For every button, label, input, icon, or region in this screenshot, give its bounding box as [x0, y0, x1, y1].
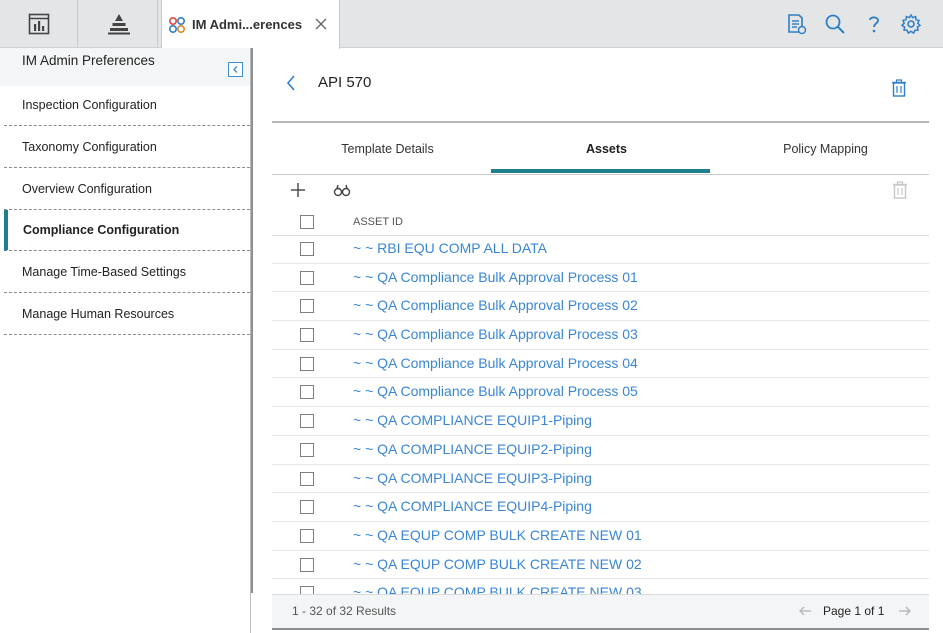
top-bar: IM Admi...erences: [0, 0, 943, 49]
back-arrow-icon[interactable]: [284, 73, 298, 93]
asset-link[interactable]: ~ ~ QA COMPLIANCE EQUIP1-Piping: [353, 412, 592, 428]
help-icon: [869, 16, 879, 33]
row-checkbox[interactable]: [300, 414, 314, 429]
table-row: ~ ~ QA COMPLIANCE EQUIP2-Piping: [272, 436, 929, 465]
hierarchy-button[interactable]: [80, 0, 158, 47]
page-title: API 570: [318, 74, 372, 91]
tab-policy-mapping[interactable]: Policy Mapping: [716, 138, 935, 174]
assets-table-body[interactable]: ~ ~ RBI EQU COMP ALL DATA ~ ~ QA Complia…: [272, 235, 929, 594]
row-checkbox[interactable]: [300, 242, 314, 256]
table-header: ASSET ID: [272, 208, 929, 236]
dashboard-icon: [28, 13, 49, 34]
table-row: ~ ~ QA COMPLIANCE EQUIP3-Piping: [272, 465, 929, 494]
row-checkbox[interactable]: [300, 299, 314, 314]
sidebar-item-label: Manage Human Resources: [22, 307, 175, 321]
asset-link[interactable]: ~ ~ RBI EQU COMP ALL DATA: [353, 240, 547, 256]
asset-link[interactable]: ~ ~ QA EQUP COMP BULK CREATE NEW 03: [353, 584, 642, 594]
sidebar-item-label: Manage Time-Based Settings: [22, 265, 186, 279]
add-icon[interactable]: [289, 181, 307, 199]
next-page-icon[interactable]: [898, 605, 912, 617]
asset-link[interactable]: ~ ~ QA Compliance Bulk Approval Process …: [353, 355, 638, 371]
asset-link[interactable]: ~ ~ QA Compliance Bulk Approval Process …: [353, 297, 638, 313]
table-row: ~ ~ QA Compliance Bulk Approval Process …: [272, 264, 929, 293]
row-checkbox[interactable]: [300, 586, 314, 594]
gear-icon: [900, 13, 922, 35]
active-tab-indicator: [491, 169, 710, 173]
main-panel: API 570 Template Details Assets Policy M…: [272, 48, 929, 633]
table-row: ~ ~ QA EQUP COMP BULK CREATE NEW 01: [272, 522, 929, 551]
settings-button[interactable]: [899, 12, 923, 36]
preferences-icon: [168, 16, 186, 33]
select-all-checkbox[interactable]: [300, 215, 314, 229]
notes-button[interactable]: [784, 12, 808, 36]
table-row: ~ ~ QA Compliance Bulk Approval Process …: [272, 378, 929, 408]
tab-template-details[interactable]: Template Details: [278, 138, 497, 174]
page-indicator: Page 1 of 1: [823, 604, 885, 618]
sidebar-item-label: Taxonomy Configuration: [22, 140, 157, 154]
row-checkbox[interactable]: [300, 500, 314, 515]
sidebar-title: IM Admin Preferences: [22, 53, 155, 68]
table-row: ~ ~ QA Compliance Bulk Approval Process …: [272, 321, 929, 350]
asset-link[interactable]: ~ ~ QA COMPLIANCE EQUIP4-Piping: [353, 498, 592, 514]
table-row: ~ ~ QA Compliance Bulk Approval Process …: [272, 292, 929, 322]
tab-title: IM Admi...erences: [192, 17, 303, 32]
assets-toolbar: [272, 176, 929, 206]
binoculars-icon[interactable]: [333, 181, 351, 199]
delete-template-icon[interactable]: [891, 79, 907, 97]
close-icon[interactable]: [313, 16, 329, 32]
sidebar-item-overview-configuration[interactable]: Overview Configuration: [4, 169, 250, 210]
row-checkbox[interactable]: [300, 328, 314, 343]
table-row: ~ ~ QA COMPLIANCE EQUIP1-Piping: [272, 407, 929, 436]
sidebar-item-taxonomy-configuration[interactable]: Taxonomy Configuration: [4, 127, 250, 168]
row-checkbox[interactable]: [300, 442, 314, 457]
sidebar-item-label: Overview Configuration: [22, 182, 152, 196]
row-checkbox[interactable]: [300, 356, 314, 371]
column-header-asset-id[interactable]: ASSET ID: [353, 216, 403, 228]
chevron-left-icon: [233, 66, 238, 73]
row-checkbox[interactable]: [300, 557, 314, 572]
sidebar-item-manage-time-based-settings[interactable]: Manage Time-Based Settings: [4, 252, 250, 293]
search-button[interactable]: [823, 12, 847, 36]
delete-icon[interactable]: [891, 181, 909, 199]
sidebar-header: IM Admin Preferences: [0, 48, 250, 86]
sidebar-scrollbar[interactable]: [251, 48, 253, 593]
dashboard-button[interactable]: [0, 0, 78, 47]
asset-link[interactable]: ~ ~ QA EQUP COMP BULK CREATE NEW 02: [353, 556, 642, 572]
sidebar-item-manage-human-resources[interactable]: Manage Human Resources: [4, 294, 250, 335]
table-row: ~ ~ QA EQUP COMP BULK CREATE NEW 03: [272, 579, 929, 594]
asset-link[interactable]: ~ ~ QA EQUP COMP BULK CREATE NEW 01: [353, 527, 642, 543]
sidebar-item-label: Inspection Configuration: [22, 98, 157, 112]
help-button[interactable]: [862, 12, 886, 36]
results-count: 1 - 32 of 32 Results: [292, 604, 397, 618]
row-checkbox[interactable]: [300, 471, 314, 486]
sidebar-item-label: Compliance Configuration: [23, 223, 180, 237]
sidebar: IM Admin Preferences Inspection Configur…: [0, 48, 251, 633]
sidebar-item-inspection-configuration[interactable]: Inspection Configuration: [4, 85, 250, 126]
asset-link[interactable]: ~ ~ QA Compliance Bulk Approval Process …: [353, 269, 638, 285]
asset-link[interactable]: ~ ~ QA COMPLIANCE EQUIP3-Piping: [353, 470, 592, 486]
table-footer: 1 - 32 of 32 Results Page 1 of 1: [272, 594, 929, 630]
tab-im-admin-preferences[interactable]: IM Admi...erences: [161, 0, 340, 49]
tab-bar: Template Details Assets Policy Mapping: [272, 138, 929, 175]
asset-link[interactable]: ~ ~ QA COMPLIANCE EQUIP2-Piping: [353, 441, 592, 457]
search-icon: [825, 14, 845, 34]
table-row: ~ ~ QA COMPLIANCE EQUIP4-Piping: [272, 493, 929, 522]
previous-page-icon[interactable]: [798, 605, 812, 617]
row-checkbox[interactable]: [300, 528, 314, 543]
hierarchy-icon: [107, 13, 130, 34]
collapse-sidebar-button[interactable]: [228, 62, 243, 77]
row-checkbox[interactable]: [300, 385, 314, 400]
sidebar-item-compliance-configuration[interactable]: Compliance Configuration: [4, 210, 250, 251]
table-row: ~ ~ QA EQUP COMP BULK CREATE NEW 02: [272, 551, 929, 580]
asset-link[interactable]: ~ ~ QA Compliance Bulk Approval Process …: [353, 383, 638, 399]
table-row: ~ ~ QA Compliance Bulk Approval Process …: [272, 350, 929, 379]
asset-link[interactable]: ~ ~ QA Compliance Bulk Approval Process …: [353, 326, 638, 342]
row-checkbox[interactable]: [300, 270, 314, 285]
table-row: ~ ~ RBI EQU COMP ALL DATA: [272, 235, 929, 264]
header-divider: [272, 121, 929, 123]
notes-icon: [788, 14, 807, 35]
